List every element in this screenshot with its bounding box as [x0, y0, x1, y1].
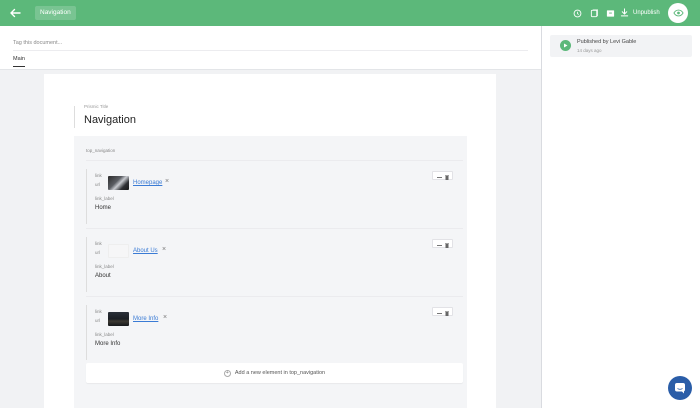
- collapse-icon[interactable]: [436, 167, 442, 185]
- trash-icon[interactable]: [444, 303, 449, 321]
- publish-status-card[interactable]: Published by Levi Gable 14 days ago: [550, 35, 692, 57]
- remove-link-icon[interactable]: ×: [165, 178, 171, 185]
- archive-icon[interactable]: [605, 8, 615, 18]
- remove-link-icon[interactable]: ×: [162, 246, 168, 253]
- link-thumbnail: [108, 312, 129, 326]
- title-field-label: Prismic Title: [84, 104, 109, 109]
- history-clock-icon[interactable]: [572, 8, 582, 18]
- group-item: link url About Us × link_label About: [86, 228, 463, 296]
- tab-main[interactable]: Main: [13, 56, 25, 67]
- status-text: Published by Levi Gable: [577, 39, 637, 45]
- group-top-navigation: top_navigation link url Homepage × link_…: [74, 136, 467, 408]
- document-title: Navigation: [35, 6, 76, 20]
- tag-input[interactable]: [13, 35, 528, 51]
- link-label-field-label: link_label: [95, 196, 114, 201]
- tag-bar: Main: [0, 26, 541, 70]
- group-item: link url Homepage × link_label Home: [86, 160, 463, 228]
- link-field-label: link: [95, 173, 102, 178]
- link-label-field-label: link_label: [95, 332, 114, 337]
- document-card: Prismic Title Navigation top_navigation …: [44, 74, 496, 408]
- remove-link-icon[interactable]: ×: [163, 314, 169, 321]
- item-rail: [86, 305, 87, 360]
- eye-icon[interactable]: [668, 3, 688, 23]
- arrow-left-icon[interactable]: [6, 4, 24, 22]
- download-arrow-icon: [620, 7, 629, 19]
- link-label-value[interactable]: About: [95, 273, 111, 279]
- chat-icon[interactable]: [668, 376, 692, 400]
- link-label-value[interactable]: Home: [95, 205, 111, 211]
- plus-icon: +: [223, 369, 231, 377]
- unpublish-label: Unpublish: [633, 10, 660, 16]
- play-icon: [560, 40, 571, 51]
- item-rail: [86, 169, 87, 224]
- editor-pane: Main Prismic Title Navigation top_naviga…: [0, 26, 541, 408]
- link-label-field-label: link_label: [95, 264, 114, 269]
- item-actions: [432, 307, 453, 316]
- trash-icon[interactable]: [444, 167, 449, 185]
- add-element-button[interactable]: + Add a new element in top_navigation: [86, 363, 463, 383]
- link-label-value[interactable]: More Info: [95, 341, 120, 347]
- link-more-info[interactable]: More Info: [133, 316, 158, 322]
- history-pane: Published by Levi Gable 14 days ago: [541, 26, 700, 408]
- unpublish-button[interactable]: Unpublish: [620, 7, 660, 19]
- group-label: top_navigation: [86, 148, 116, 153]
- status-time: 14 days ago: [577, 48, 602, 53]
- link-field-label: link: [95, 241, 102, 246]
- item-actions: [432, 239, 453, 248]
- url-field-label: url: [95, 318, 101, 323]
- top-bar: Navigation Unpublish: [0, 0, 700, 26]
- link-thumbnail: [108, 244, 129, 258]
- link-thumbnail: [108, 176, 129, 190]
- item-actions: [432, 171, 453, 180]
- group-item: link url More Info × link_label More Inf…: [86, 296, 463, 360]
- url-field-label: url: [95, 250, 101, 255]
- link-homepage[interactable]: Homepage: [133, 180, 162, 186]
- item-rail: [86, 237, 87, 292]
- link-field-label: link: [95, 309, 102, 314]
- link-about-us[interactable]: About Us: [133, 248, 158, 254]
- copy-icon[interactable]: [589, 8, 599, 18]
- collapse-icon[interactable]: [436, 235, 442, 253]
- page-title[interactable]: Navigation: [84, 114, 136, 126]
- add-element-label: Add a new element in top_navigation: [234, 370, 326, 376]
- url-field-label: url: [95, 182, 101, 187]
- trash-icon[interactable]: [444, 235, 449, 253]
- title-field: Prismic Title Navigation: [74, 104, 136, 128]
- collapse-icon[interactable]: [436, 303, 442, 321]
